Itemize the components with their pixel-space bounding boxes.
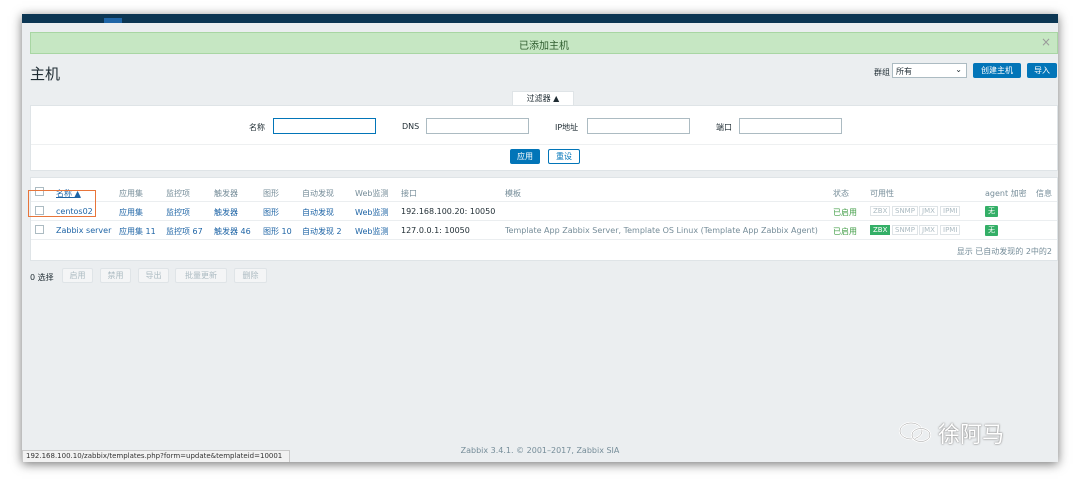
port-filter-label: 端口: [716, 123, 732, 132]
items-link[interactable]: 监控项: [166, 207, 190, 218]
column-info-header: 信息: [1036, 189, 1052, 198]
filter-panel: 名称 DNS IP地址 端口 应用 重设: [30, 105, 1058, 171]
name-filter-label: 名称: [249, 123, 265, 132]
wechat-icon: [898, 421, 932, 443]
column-triggers-header: 触发器: [214, 189, 238, 198]
avail-snmp-badge: SNMP: [892, 206, 918, 216]
close-icon[interactable]: ×: [1041, 35, 1051, 49]
delete-button[interactable]: 删除: [234, 268, 267, 283]
create-host-button[interactable]: 创建主机: [973, 63, 1021, 78]
dns-filter-input[interactable]: [426, 118, 529, 134]
templates-link[interactable]: Template App Zabbix Server, Template OS …: [505, 226, 818, 235]
avail-jmx-badge: JMX: [919, 225, 938, 235]
row-divider: [31, 239, 1057, 240]
export-button[interactable]: 导出: [138, 268, 169, 283]
encryption-badge: 无: [985, 225, 998, 236]
column-interface-header: 接口: [401, 189, 417, 198]
browser-window: 已添加主机 × 主机 群组 所有 ⌄ 创建主机 导入 过滤器 ▲ 名称 DNS …: [22, 14, 1058, 462]
avail-ipmi-badge: IPMI: [940, 206, 961, 216]
column-availability-header: 可用性: [870, 189, 894, 198]
top-navigation-bar: [22, 14, 1058, 23]
browser-status-url: 192.168.100.10/zabbix/templates.php?form…: [22, 450, 290, 462]
row-checkbox[interactable]: [35, 225, 44, 234]
hosts-table: 名称 ▲ 应用集 监控项 触发器 图形 自动发现 Web监测 接口 模板 状态 …: [30, 177, 1058, 261]
watermark-text: 徐阿马: [938, 423, 1005, 448]
avail-zbx-badge: ZBX: [870, 206, 891, 216]
dns-filter-label: DNS: [402, 122, 420, 131]
column-graphs-header: 图形: [263, 189, 279, 198]
interface-value: 127.0.0.1: 10050: [401, 226, 470, 235]
web-link[interactable]: Web监测: [355, 226, 388, 237]
reset-filter-button[interactable]: 重设: [548, 149, 580, 164]
avail-zbx-badge: ZBX: [870, 225, 891, 235]
web-link[interactable]: Web监测: [355, 207, 388, 218]
header-divider: [31, 201, 1057, 202]
encryption-badge: 无: [985, 206, 998, 217]
filter-divider: [31, 144, 1057, 145]
ip-filter-input[interactable]: [587, 118, 690, 134]
mass-update-button[interactable]: 批量更新: [175, 268, 227, 283]
active-nav-tab[interactable]: [104, 18, 122, 23]
column-applications-header: 应用集: [119, 189, 143, 198]
apply-filter-button[interactable]: 应用: [510, 149, 540, 164]
filter-tab[interactable]: 过滤器 ▲: [512, 91, 574, 106]
page-title: 主机: [30, 65, 61, 83]
triggers-link[interactable]: 触发器 46: [214, 226, 251, 237]
discovery-link[interactable]: 自动发现: [302, 207, 334, 218]
avail-snmp-badge: SNMP: [892, 225, 918, 235]
import-button[interactable]: 导入: [1027, 63, 1057, 78]
applications-link[interactable]: 应用集: [119, 207, 143, 218]
table-summary: 显示 已自动发现的 2中的2: [956, 247, 1052, 256]
avail-jmx-badge: JMX: [919, 206, 938, 216]
avail-ipmi-badge: IPMI: [940, 225, 961, 235]
host-name-link[interactable]: Zabbix server: [56, 226, 111, 235]
column-encryption-header: agent 加密: [985, 189, 1027, 198]
applications-link[interactable]: 应用集 11: [119, 226, 156, 237]
status-toggle[interactable]: 已启用: [833, 207, 857, 218]
column-discovery-header: 自动发现: [302, 189, 334, 198]
port-filter-input[interactable]: [739, 118, 842, 134]
status-toggle[interactable]: 已启用: [833, 226, 857, 237]
ip-filter-label: IP地址: [555, 123, 579, 132]
group-select-value: 所有: [896, 67, 912, 76]
enable-button[interactable]: 启用: [62, 268, 93, 283]
triggers-link[interactable]: 触发器: [214, 207, 238, 218]
column-items-header: 监控项: [166, 189, 190, 198]
column-status-header: 状态: [833, 189, 849, 198]
success-notification: 已添加主机 ×: [30, 32, 1058, 54]
chevron-down-icon: ⌄: [955, 65, 962, 74]
group-select[interactable]: 所有 ⌄: [892, 63, 967, 78]
interface-value: 192.168.100.20: 10050: [401, 207, 496, 216]
graphs-link[interactable]: 图形 10: [263, 226, 292, 237]
column-web-header: Web监测: [355, 189, 389, 198]
group-label: 群组: [874, 68, 890, 77]
column-templates-header: 模板: [505, 189, 521, 198]
graphs-link[interactable]: 图形: [263, 207, 279, 218]
name-filter-input[interactable]: [273, 118, 376, 134]
discovery-link[interactable]: 自动发现 2: [302, 226, 342, 237]
notification-message: 已添加主机: [519, 41, 569, 52]
row-divider: [31, 220, 1057, 221]
annotation-highlight-box: [28, 190, 96, 217]
items-link[interactable]: 监控项 67: [166, 226, 203, 237]
disable-button[interactable]: 禁用: [100, 268, 131, 283]
selected-count: 0 选择: [30, 273, 54, 282]
